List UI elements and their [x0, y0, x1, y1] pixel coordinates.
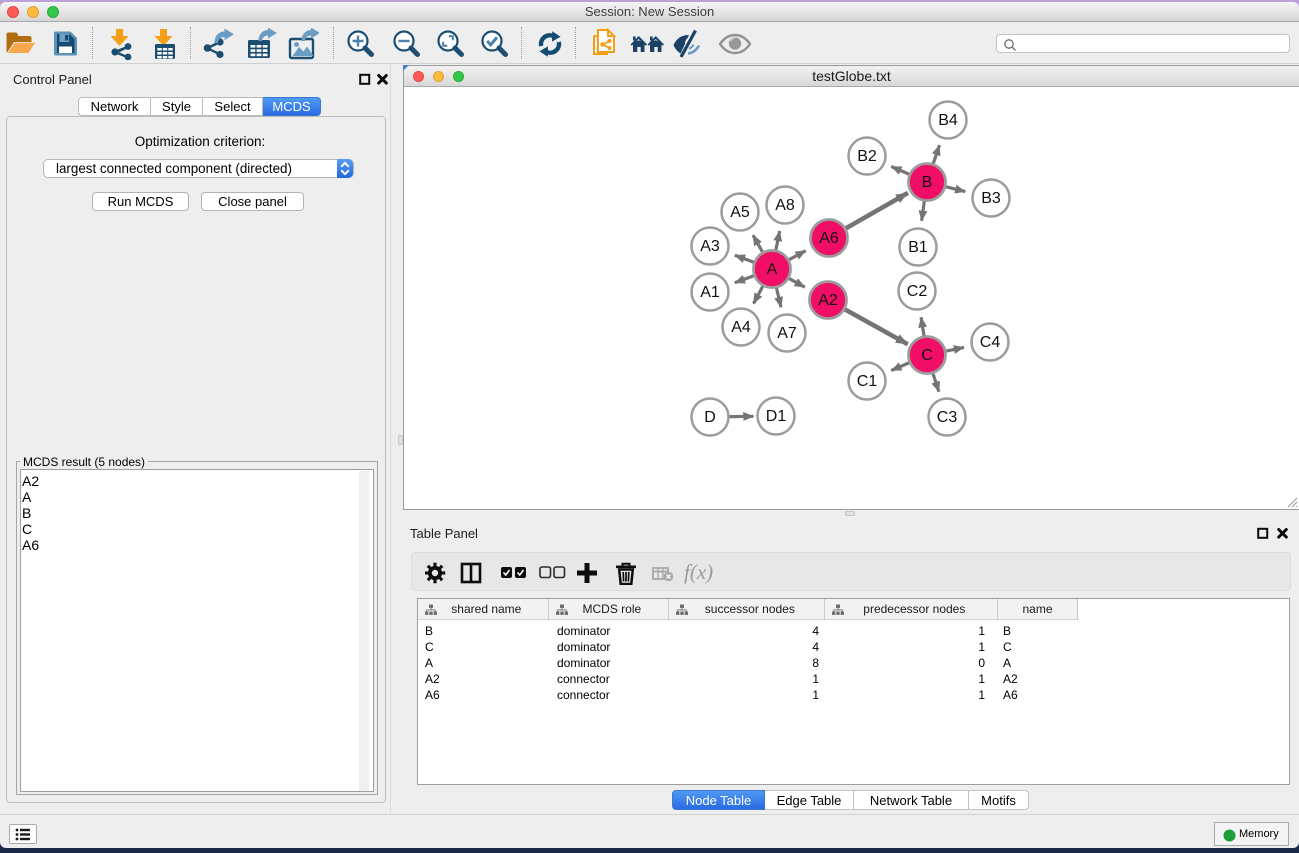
svg-text:A8: A8 — [775, 197, 795, 214]
svg-text:B4: B4 — [938, 112, 958, 129]
svg-text:A3: A3 — [700, 238, 720, 255]
svg-text:A2: A2 — [818, 292, 838, 309]
svg-text:D: D — [704, 409, 716, 426]
svg-text:A: A — [767, 261, 778, 278]
svg-text:C: C — [921, 347, 933, 364]
svg-text:A6: A6 — [819, 230, 839, 247]
svg-text:C4: C4 — [980, 334, 1001, 351]
svg-text:A5: A5 — [730, 204, 750, 221]
svg-text:A4: A4 — [731, 319, 751, 336]
svg-text:A7: A7 — [777, 325, 797, 342]
svg-text:C2: C2 — [907, 283, 928, 300]
svg-text:D1: D1 — [766, 408, 787, 425]
svg-text:B2: B2 — [857, 148, 877, 165]
svg-text:B3: B3 — [981, 190, 1001, 207]
svg-text:B1: B1 — [908, 239, 928, 256]
svg-text:C1: C1 — [857, 373, 878, 390]
svg-text:C3: C3 — [937, 409, 958, 426]
svg-text:B: B — [922, 174, 933, 191]
svg-text:A1: A1 — [700, 284, 720, 301]
